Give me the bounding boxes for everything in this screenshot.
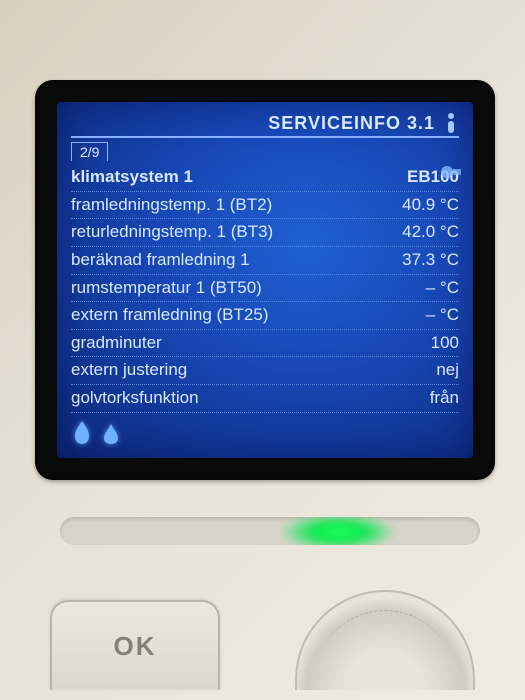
ok-button[interactable]: OK	[50, 600, 220, 690]
system-row: klimatsystem 1 EB100	[71, 164, 459, 192]
info-icon	[443, 112, 459, 134]
reading-value: 100	[423, 331, 459, 356]
reading-value: från	[422, 386, 459, 411]
reading-label: rumstemperatur 1 (BT50)	[71, 276, 262, 301]
rotary-dial[interactable]	[295, 590, 475, 690]
device-bezel: SERVICEINFO 3.1 2/9 klimatsystem 1 EB100…	[35, 80, 495, 480]
reading-label: extern justering	[71, 358, 187, 383]
system-label: klimatsystem 1	[71, 165, 193, 190]
reading-row: gradminuter 100	[71, 330, 459, 358]
physical-controls: OK	[0, 560, 525, 700]
status-light-strip	[60, 517, 480, 545]
drop-icon	[103, 423, 119, 450]
pump-icon	[439, 162, 463, 187]
flame-icon	[71, 419, 93, 450]
reading-value: 40.9 °C	[394, 193, 459, 218]
reading-label: beräknad framledning 1	[71, 248, 250, 273]
status-light-green	[278, 517, 398, 545]
reading-label: golvtorksfunktion	[71, 386, 199, 411]
reading-row: golvtorksfunktion från	[71, 385, 459, 413]
readings-list: klimatsystem 1 EB100 framledningstemp. 1…	[71, 164, 459, 413]
reading-value: – °C	[418, 303, 459, 328]
reading-row: rumstemperatur 1 (BT50) – °C	[71, 275, 459, 303]
reading-row: framledningstemp. 1 (BT2) 40.9 °C	[71, 192, 459, 220]
reading-row: extern justering nej	[71, 357, 459, 385]
reading-label: returledningstemp. 1 (BT3)	[71, 220, 273, 245]
page-indicator: 2/9	[71, 142, 108, 161]
lcd-screen: SERVICEINFO 3.1 2/9 klimatsystem 1 EB100…	[57, 102, 473, 458]
status-icons	[71, 419, 119, 450]
reading-label: extern framledning (BT25)	[71, 303, 268, 328]
reading-row: beräknad framledning 1 37.3 °C	[71, 247, 459, 275]
reading-label: framledningstemp. 1 (BT2)	[71, 193, 272, 218]
reading-row: returledningstemp. 1 (BT3) 42.0 °C	[71, 219, 459, 247]
ok-button-label: OK	[114, 631, 157, 662]
screen-title: SERVICEINFO 3.1	[268, 113, 435, 134]
reading-value: 42.0 °C	[394, 220, 459, 245]
reading-label: gradminuter	[71, 331, 162, 356]
reading-row: extern framledning (BT25) – °C	[71, 302, 459, 330]
reading-value: 37.3 °C	[394, 248, 459, 273]
screen-header: SERVICEINFO 3.1	[71, 112, 459, 138]
reading-value: nej	[428, 358, 459, 383]
reading-value: – °C	[418, 276, 459, 301]
